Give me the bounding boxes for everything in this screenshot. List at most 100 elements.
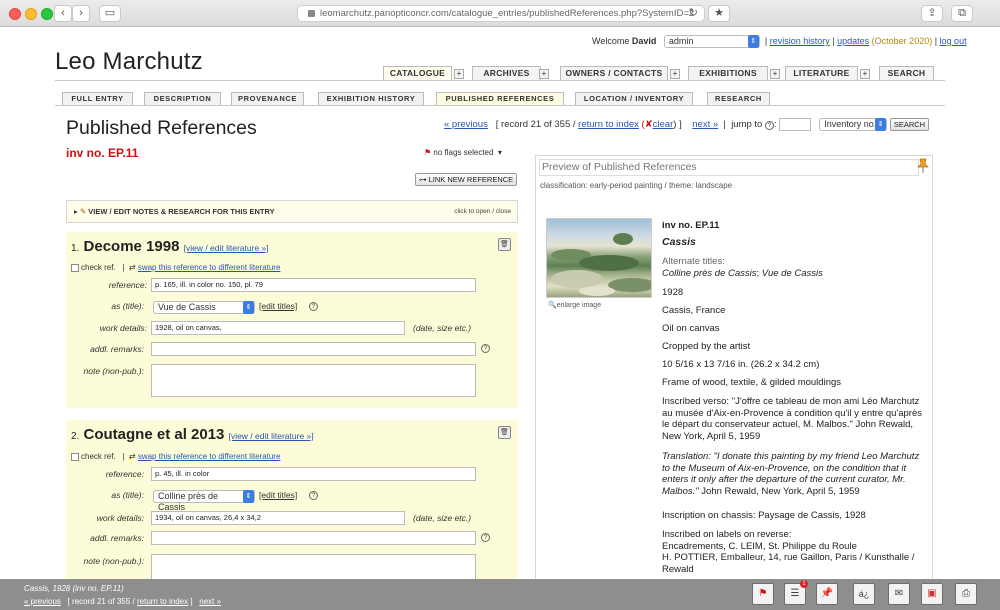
work-details-input[interactable]: 1934, oil on canvas, 26,4 x 34,2 [151, 511, 405, 525]
envelope-icon[interactable]: ✉ [888, 583, 910, 605]
save-icon[interactable]: ▣ [921, 583, 943, 605]
swap-reference-link[interactable]: swap this reference to different literat… [138, 263, 281, 272]
address-bar[interactable]: leomarchutz.panopticoncr.com/catalogue_e… [297, 5, 705, 22]
preview-cropped: Cropped by the artist [662, 341, 751, 352]
pushpin-icon[interactable]: 📌 [816, 583, 838, 605]
pushpin-icon[interactable] [917, 158, 929, 174]
artwork-thumbnail[interactable] [546, 218, 652, 298]
view-edit-literature-link[interactable]: [view / edit literature »] [184, 243, 269, 253]
reference-label: reference: [108, 280, 147, 290]
preview-frame: Frame of wood, textile, & gilded mouldin… [662, 377, 842, 388]
notes-toggle-bar[interactable]: ▸ ✎ VIEW / EDIT NOTES & RESEARCH FOR THI… [66, 200, 518, 223]
view-edit-literature-link[interactable]: [view / edit literature »] [229, 431, 314, 441]
chevron-right-icon: › [79, 7, 83, 19]
subtab-exhibition-history[interactable]: EXHIBITION HISTORY [318, 92, 424, 105]
caret-down-icon: ▾ [497, 148, 502, 157]
subtab-provenance[interactable]: PROVENANCE [231, 92, 304, 105]
return-to-index-link[interactable]: return to index [578, 119, 639, 130]
jump-to-input[interactable] [779, 118, 812, 131]
bottom-navigation: « previous [ record 21 of 355 / return t… [24, 597, 221, 606]
record-navigation: « previous [ record 21 of 355 / return t… [444, 118, 930, 131]
reference-input[interactable]: p. 165, ill. in color no. 150, pl. 79 [151, 278, 476, 292]
trash-icon[interactable]: 🗑 [498, 238, 511, 251]
share-button[interactable]: ⇪ [921, 5, 943, 22]
subtab-research[interactable]: RESEARCH [707, 92, 770, 105]
trash-icon[interactable]: 🗑 [498, 426, 511, 439]
plus-icon[interactable]: + [860, 69, 870, 79]
tab-owners-contacts[interactable]: OWNERS / CONTACTS [560, 66, 668, 80]
note-textarea[interactable] [151, 554, 476, 580]
edit-titles-link[interactable]: [edit titles] [259, 490, 297, 500]
reference-heading: 2. Coutagne et al 2013 [view / edit lite… [71, 426, 314, 443]
subtab-description[interactable]: DESCRIPTION [144, 92, 221, 105]
language-icon[interactable]: á¿ [853, 583, 875, 605]
help-icon[interactable]: ? [309, 491, 318, 500]
addl-remarks-input[interactable] [151, 342, 476, 356]
minimize-window-button[interactable] [25, 8, 37, 20]
preview-panel: Preview of Published References classifi… [535, 155, 933, 585]
swap-reference-link[interactable]: swap this reference to different literat… [138, 452, 281, 461]
work-details-input[interactable]: 1928, oil on canvas, [151, 321, 405, 335]
note-textarea[interactable] [151, 364, 476, 397]
close-window-button[interactable] [9, 8, 21, 20]
plus-icon[interactable]: + [770, 69, 780, 79]
flag-icon[interactable]: ⚑ [752, 583, 774, 605]
addl-remarks-label: addl. remarks: [90, 533, 144, 543]
subtab-published-references[interactable]: PUBLISHED REFERENCES [436, 92, 564, 105]
zoom-window-button[interactable] [41, 8, 53, 20]
search-button[interactable]: SEARCH [889, 118, 930, 131]
plus-icon[interactable]: + [539, 69, 549, 79]
link-new-reference-button[interactable]: ⊶ LINK NEW REFERENCE [415, 173, 518, 186]
subtab-full-entry[interactable]: FULL ENTRY [62, 92, 133, 105]
bookmark-button[interactable]: ★ [708, 5, 730, 22]
translation-source: John Rewald, New York, April 5, 1959 [698, 485, 860, 497]
revision-history-link[interactable]: revision history [770, 36, 830, 46]
addl-remarks-input[interactable] [151, 531, 476, 545]
tab-archives[interactable]: ARCHIVES [472, 66, 541, 80]
bottom-next-link[interactable]: next » [199, 597, 221, 606]
help-icon[interactable]: ? [481, 533, 490, 542]
tab-exhibitions[interactable]: EXHIBITIONS [688, 66, 768, 80]
next-link[interactable]: next » [692, 119, 718, 130]
forward-button[interactable]: › [72, 5, 90, 22]
clear-link[interactable]: clear [653, 119, 674, 130]
reload-icon[interactable]: ↻ [689, 6, 698, 21]
note-label: note (non-pub.): [83, 556, 144, 566]
help-icon[interactable]: ? [481, 344, 490, 353]
select-chevron-icon: ⇕ [243, 490, 254, 503]
plus-icon[interactable]: + [454, 69, 464, 79]
reference-input[interactable]: p. 45, ill. in color [151, 467, 476, 481]
help-icon[interactable]: ? [309, 302, 318, 311]
role-select[interactable]: admin ⇕ [663, 35, 760, 48]
jump-field-select[interactable]: Inventory no. ⇕ [819, 118, 888, 131]
print-icon[interactable]: ⎙ [955, 583, 977, 605]
work-details-label: work details: [96, 513, 144, 523]
bottom-status-bar: Cassis, 1928 (inv no. EP.11) « previous … [0, 579, 1000, 610]
tabs-overview-button[interactable]: ⧉ [951, 5, 973, 22]
help-icon[interactable]: ? [764, 121, 774, 131]
enlarge-image-link[interactable]: 🔍enlarge image [548, 301, 601, 309]
user-name: David [631, 35, 657, 46]
sidebar-toggle-button[interactable]: ▭ [99, 5, 121, 22]
record-text: [ record 21 of 355 / [495, 119, 576, 131]
as-title-select[interactable]: Colline près de Cassis ⇕ [153, 490, 255, 512]
plus-icon[interactable]: + [670, 69, 680, 79]
check-ref-checkbox[interactable] [71, 452, 79, 461]
bottom-previous-link[interactable]: « previous [24, 597, 61, 606]
subtab-location-inventory[interactable]: LOCATION / INVENTORY [575, 92, 693, 105]
flags-select[interactable]: ⚑ no flags selected ▾ [424, 148, 502, 157]
tab-literature[interactable]: LITERATURE [785, 66, 858, 80]
document-list-icon[interactable]: ☰ 1 [784, 580, 808, 605]
labels-line: Encadrements, C. LEIM, St. Philippe du R… [662, 540, 857, 552]
check-ref-checkbox[interactable] [71, 263, 79, 272]
bottom-return-to-index-link[interactable]: return to index [137, 597, 188, 606]
chevron-left-icon: ‹ [61, 7, 65, 19]
tab-search[interactable]: SEARCH [879, 66, 934, 80]
edit-titles-link[interactable]: [edit titles] [259, 301, 297, 311]
logout-link[interactable]: log out [940, 36, 967, 46]
tab-catalogue[interactable]: CATALOGUE [383, 66, 452, 80]
back-button[interactable]: ‹ [54, 5, 72, 22]
updates-link[interactable]: updates [837, 36, 869, 46]
previous-link[interactable]: « previous [444, 119, 488, 130]
as-title-select[interactable]: Vue de Cassis ⇕ [153, 301, 255, 314]
